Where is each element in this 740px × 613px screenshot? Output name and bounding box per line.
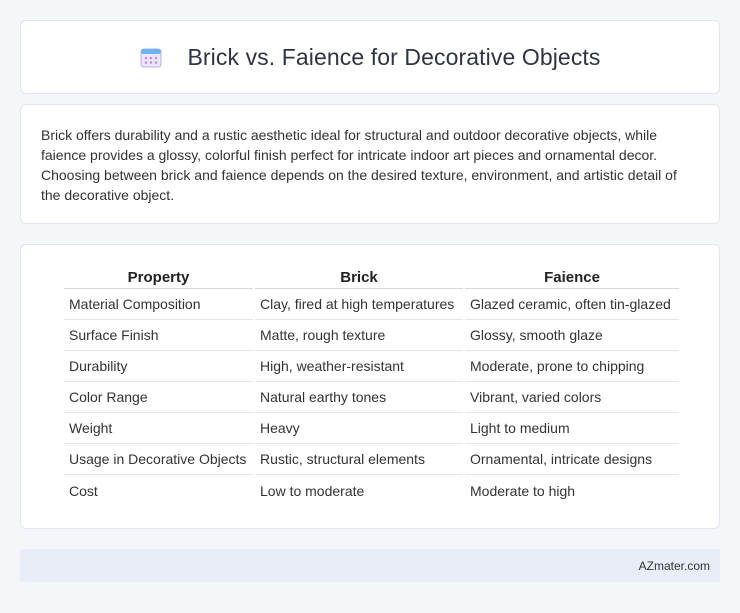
table-cell: Moderate to high [470, 482, 576, 499]
table-cell: Durability [64, 351, 253, 382]
footer-site-link[interactable]: AZmater.com [639, 559, 710, 573]
page-title: Brick vs. Faience for Decorative Objects [187, 43, 601, 70]
table-cell: Color Range [64, 382, 253, 413]
footer-bar: AZmater.com [20, 549, 720, 582]
column-header-brick: Brick [255, 267, 463, 289]
column-header-faience: Faience [465, 267, 679, 289]
table-row: Color Range Natural earthy tones Vibrant… [64, 382, 679, 413]
table-row: Usage in Decorative Objects Rustic, stru… [64, 444, 679, 475]
table-cell: Vibrant, varied colors [465, 382, 679, 413]
table-cell: Usage in Decorative Objects [64, 444, 253, 475]
table-cell: Moderate, prone to chipping [465, 351, 679, 382]
table-cell: Rustic, structural elements [255, 444, 463, 475]
comparison-table-card: Property Brick Faience Material Composit… [20, 244, 720, 529]
table-cell: Glossy, smooth glaze [465, 320, 679, 351]
summary-text: Brick offers durability and a rustic aes… [41, 127, 677, 203]
table-cell: Natural earthy tones [255, 382, 463, 413]
comparison-table: Property Brick Faience Material Composit… [62, 267, 681, 506]
table-cell: Ornamental, intricate designs [465, 444, 679, 475]
table-cell: Weight [64, 413, 253, 444]
table-cell: Light to medium [465, 413, 679, 444]
column-header-property: Property [64, 267, 253, 289]
table-cell: Cost [69, 482, 98, 499]
calendar-icon [139, 45, 163, 69]
table-row: Weight Heavy Light to medium [64, 413, 679, 444]
table-cell: Low to moderate [260, 482, 365, 499]
table-row: Material Composition Clay, fired at high… [64, 289, 679, 320]
header-card: Brick vs. Faience for Decorative Objects [20, 20, 720, 94]
table-row: Durability High, weather-resistant Moder… [64, 351, 679, 382]
table-cell: Surface Finish [64, 320, 253, 351]
table-header-row: Property Brick Faience [64, 267, 679, 289]
table-row: Surface Finish Matte, rough texture Glos… [64, 320, 679, 351]
table-cell: Material Composition [64, 289, 253, 320]
table-cell: Matte, rough texture [255, 320, 463, 351]
table-cell: Clay, fired at high temperatures [255, 289, 463, 320]
summary-card: Brick offers durability and a rustic aes… [20, 104, 720, 224]
table-cell: Glazed ceramic, often tin-glazed [465, 289, 679, 320]
table-row: Cost Low to moderate Moderate to high [64, 475, 679, 506]
table-cell: High, weather-resistant [255, 351, 463, 382]
table-cell: Heavy [255, 413, 463, 444]
